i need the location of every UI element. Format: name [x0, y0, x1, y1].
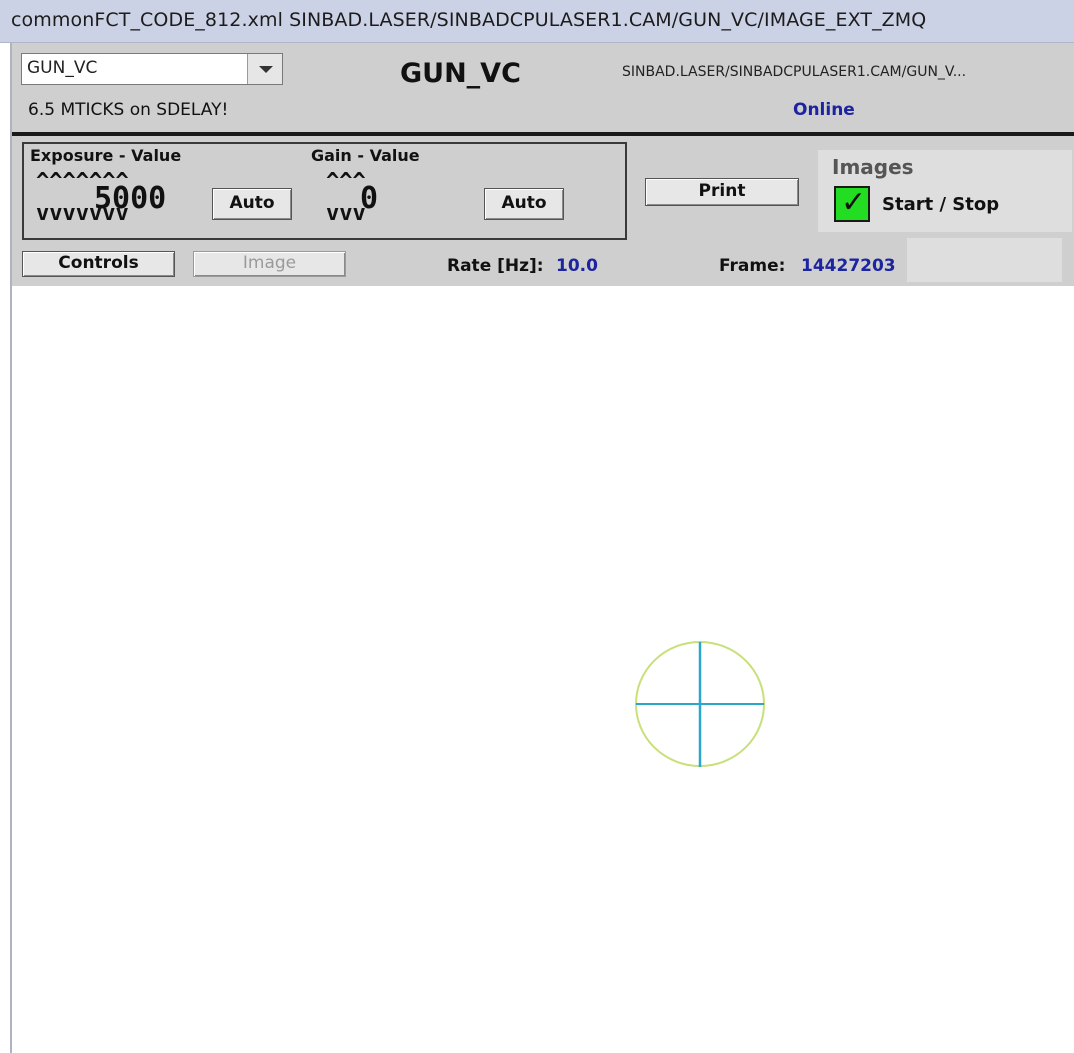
gain-wheel[interactable]: ^^^ 0 vvv [324, 170, 394, 230]
exposure-wheel[interactable]: ^^^^^^^ 5000 vvvvvvv [34, 170, 184, 230]
rate-value: 10.0 [556, 256, 598, 276]
frame-label: Frame: [719, 256, 786, 276]
gain-label: Gain - Value [311, 146, 420, 165]
print-button[interactable]: Print [645, 178, 799, 206]
device-select[interactable]: GUN_VC [21, 53, 283, 85]
frame-value: 14427203 [801, 256, 896, 276]
exposure-label: Exposure - Value [30, 146, 182, 165]
start-stop-label: Start / Stop [882, 194, 1000, 215]
gain-decrement-carets[interactable]: vvv [326, 203, 366, 225]
device-address: SINBAD.LASER/SINBADCPULASER1.CAM/GUN_V..… [622, 64, 967, 80]
checkmark-icon: ✓ [841, 185, 867, 220]
dropdown-button[interactable] [247, 54, 282, 84]
device-select-value: GUN_VC [27, 58, 98, 78]
window-title: commonFCT_CODE_812.xml SINBAD.LASER/SINB… [11, 9, 927, 31]
image-display [635, 641, 765, 767]
device-name-title: GUN_VC [400, 58, 521, 89]
window-titlebar: commonFCT_CODE_812.xml SINBAD.LASER/SINB… [0, 0, 1074, 43]
chevron-down-icon [259, 66, 273, 73]
exposure-auto-button[interactable]: Auto [212, 188, 292, 220]
images-title: Images [832, 155, 914, 179]
status-online: Online [793, 100, 855, 120]
tab-image[interactable]: Image [193, 251, 346, 277]
start-stop-checkbox[interactable]: ✓ [834, 186, 870, 222]
tab-controls[interactable]: Controls [22, 251, 175, 277]
exposure-decrement-carets[interactable]: vvvvvvv [36, 203, 129, 225]
gain-auto-button[interactable]: Auto [484, 188, 564, 220]
frame-value-overlay [907, 238, 1062, 282]
rate-label: Rate [Hz]: [447, 256, 544, 276]
warning-text: 6.5 MTICKS on SDELAY! [28, 100, 229, 120]
